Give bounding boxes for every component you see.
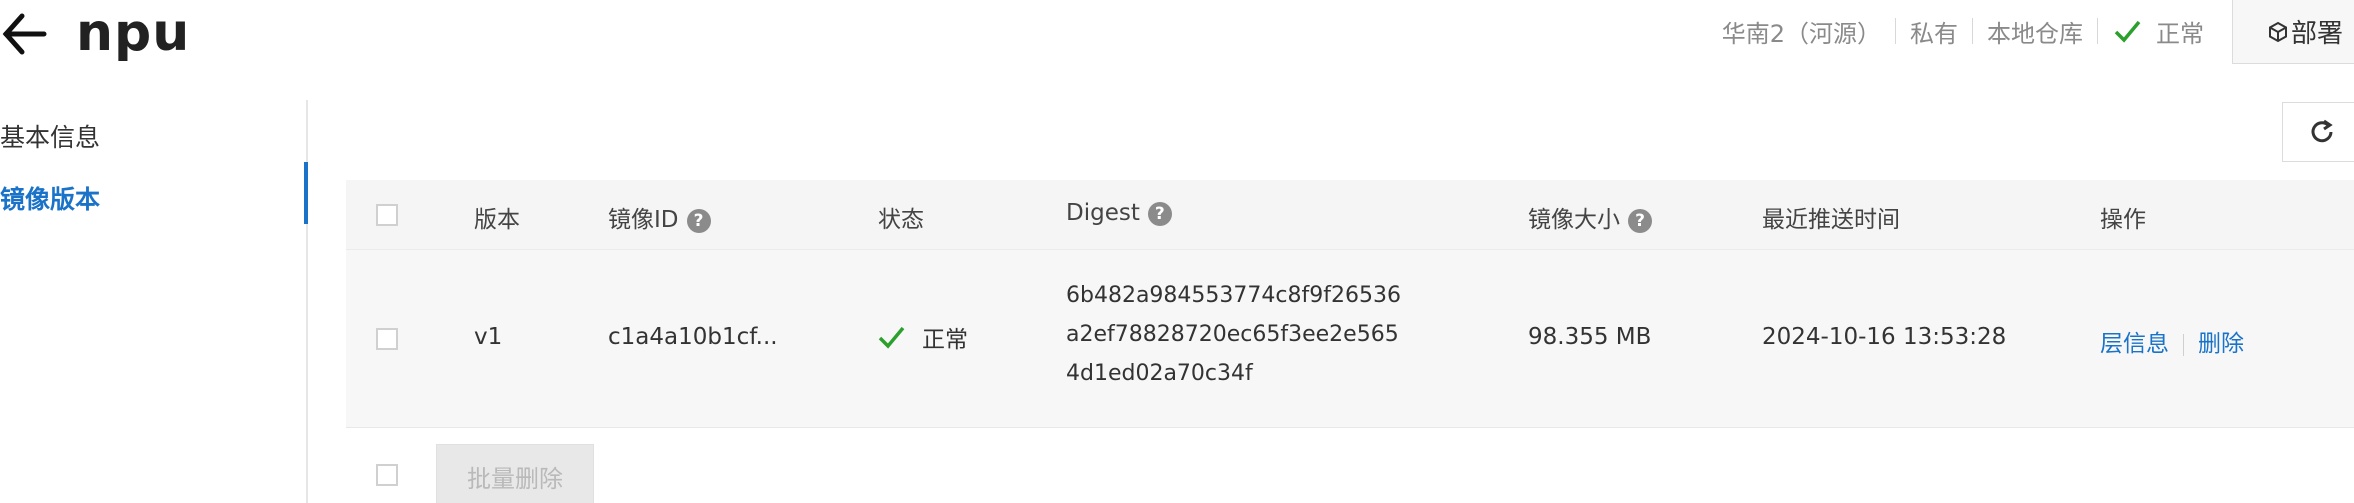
delete-link[interactable]: 删除 xyxy=(2198,331,2244,357)
footer-select-all-checkbox[interactable] xyxy=(376,464,398,486)
region-label: 华南2（河源） xyxy=(1721,19,1881,48)
digest-line: a2ef78828720ec65f3ee2e565 xyxy=(1066,322,1399,347)
visibility-label: 私有 xyxy=(1910,19,1958,48)
table-footer: 批量删除 xyxy=(346,444,2354,503)
sidebar-active-indicator xyxy=(304,162,308,224)
row-checkbox[interactable] xyxy=(376,328,398,350)
column-size: 镜像大小? xyxy=(1528,200,1652,234)
actions-cell: 层信息 删除 xyxy=(2100,324,2244,358)
page-title: npu xyxy=(76,3,191,63)
table-header: 版本 镜像ID? 状态 Digest? 镜像大小? 最近推送时间 操作 xyxy=(346,180,2354,250)
column-image-id: 镜像ID? xyxy=(608,200,711,234)
divider xyxy=(1972,18,1973,44)
sidebar-item-basic-info[interactable]: 基本信息 xyxy=(0,118,100,154)
status-cell: 正常 xyxy=(876,320,968,354)
sidebar-divider xyxy=(306,100,308,503)
deploy-button[interactable]: 部署 xyxy=(2232,0,2354,64)
column-version: 版本 xyxy=(474,207,520,233)
help-icon[interactable]: ? xyxy=(1628,208,1652,233)
check-icon xyxy=(878,326,905,349)
repo-type-label: 本地仓库 xyxy=(1987,19,2083,48)
layer-info-link[interactable]: 层信息 xyxy=(2100,331,2169,357)
last-push-cell: 2024-10-16 13:53:28 xyxy=(1762,324,2007,350)
column-digest-label: Digest xyxy=(1066,200,1140,226)
page-header: npu 华南2（河源） 私有 本地仓库 正常 部署 xyxy=(0,0,2354,80)
divider xyxy=(2097,18,2098,44)
repo-status-label: 正常 xyxy=(2156,19,2204,48)
check-icon xyxy=(2114,20,2141,43)
status-label: 正常 xyxy=(922,327,968,353)
batch-delete-button[interactable]: 批量删除 xyxy=(436,444,594,503)
divider xyxy=(1895,18,1896,44)
repo-meta: 华南2（河源） 私有 本地仓库 正常 xyxy=(1722,14,2204,48)
column-digest: Digest? xyxy=(1066,200,1172,226)
column-image-id-label: 镜像ID xyxy=(608,207,679,233)
digest-cell: 6b482a984553774c8f9f26536 a2ef78828720ec… xyxy=(1066,276,1401,393)
repo-status: 正常 xyxy=(2112,14,2204,49)
digest-line: 6b482a984553774c8f9f26536 xyxy=(1066,283,1401,308)
arrow-left-icon[interactable] xyxy=(0,8,48,60)
deploy-label: 部署 xyxy=(2291,19,2344,49)
column-status: 状态 xyxy=(878,207,924,233)
digest-line: 4d1ed02a70c34f xyxy=(1066,361,1253,386)
image-id-cell: c1a4a10b1cf... xyxy=(608,324,778,350)
help-icon[interactable]: ? xyxy=(686,208,711,233)
version-cell: v1 xyxy=(474,324,503,350)
image-version-table: 版本 镜像ID? 状态 Digest? 镜像大小? 最近推送时间 操作 v1 c… xyxy=(346,180,2354,428)
select-all-checkbox[interactable] xyxy=(376,204,398,226)
table-row: v1 c1a4a10b1cf... 正常 6b482a984553774c8f9… xyxy=(346,250,2354,428)
column-last-push: 最近推送时间 xyxy=(1762,207,1900,233)
help-icon[interactable]: ? xyxy=(1147,201,1172,226)
column-size-label: 镜像大小 xyxy=(1528,207,1620,233)
column-actions: 操作 xyxy=(2100,207,2146,233)
refresh-button[interactable] xyxy=(2282,102,2354,162)
size-cell: 98.355 MB xyxy=(1528,324,1652,350)
sidebar-item-image-versions[interactable]: 镜像版本 xyxy=(0,180,100,216)
refresh-icon xyxy=(2311,119,2333,143)
cube-icon xyxy=(2269,21,2287,42)
divider xyxy=(2183,333,2184,356)
